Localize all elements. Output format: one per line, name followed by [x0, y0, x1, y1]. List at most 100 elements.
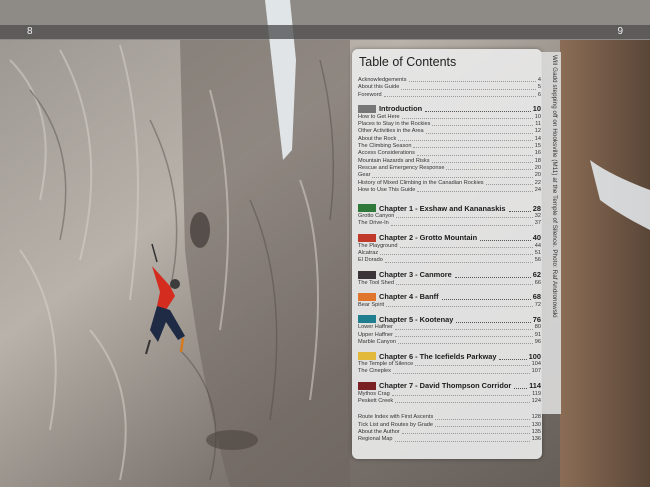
toc-entry-label: About the Author — [358, 428, 400, 435]
toc-entry[interactable]: Access Considerations 16 — [358, 150, 541, 157]
toc-chapter-4[interactable]: Chapter 4 - Banff 68 — [358, 292, 541, 302]
toc-entry-label: The Drive-In — [358, 220, 389, 227]
toc-entry[interactable]: Mountain Hazards and Risks 18 — [358, 158, 541, 165]
chapter-color-swatch — [358, 204, 376, 213]
chapter-color-swatch — [358, 233, 376, 242]
toc-section-introduction[interactable]: Introduction 10 — [358, 104, 541, 114]
toc-entry[interactable]: Marble Canyon 96 — [358, 339, 541, 346]
toc-entry[interactable]: Mythos Crag 119 — [358, 391, 541, 398]
toc-entry[interactable]: Rescue and Emergency Response 20 — [358, 165, 541, 172]
toc-entry[interactable]: Tick List and Routes by Grade 130 — [358, 422, 541, 429]
toc-entry-label: Marble Canyon — [358, 338, 396, 345]
toc-entry-label: How to Use This Guide — [358, 186, 416, 193]
toc-entry-label: Places to Stay in the Rockies — [358, 121, 431, 128]
toc-chapter-1[interactable]: Chapter 1 - Exshaw and Kananaskis 28 — [358, 203, 541, 213]
toc-entry-label: Tick List and Routes by Grade — [358, 421, 434, 428]
chapter-color-swatch — [358, 315, 376, 324]
toc-entry-label: The Tool Shed — [358, 279, 394, 286]
toc-entry[interactable]: Regional Map 136 — [358, 436, 541, 443]
toc-entry[interactable]: The Cineplex 107 — [358, 368, 541, 375]
toc-entry-page: 104 — [531, 361, 541, 368]
toc-entry[interactable]: Lower Haffner 80 — [358, 324, 541, 331]
toc-entry-label: El Dorado — [358, 257, 383, 264]
toc-entry-label: Gear — [358, 172, 371, 179]
toc-entry-label: Upper Haffner — [358, 331, 394, 338]
toc-entry-label: Mountain Hazards and Risks — [358, 157, 430, 164]
toc-entry[interactable]: How to Get Here 10 — [358, 114, 541, 121]
toc-chapter-page: 68 — [532, 292, 541, 302]
toc-chapter-page: 40 — [532, 233, 541, 243]
page-number-left: 8 — [27, 26, 33, 37]
photo-caption: Will Gadd stepping off on Hooksville (M1… — [551, 55, 558, 318]
toc-entry-label: Bear Spirit — [358, 301, 385, 308]
toc-entry[interactable]: The Climbing Season 15 — [358, 143, 541, 150]
toc-entry-label: Rescue and Emergency Response — [358, 164, 445, 171]
toc-entry-page: 119 — [532, 390, 541, 397]
toc-entry[interactable]: Grotto Canyon 32 — [358, 213, 541, 220]
toc-entry[interactable]: Peskett Creek 124 — [358, 398, 541, 405]
toc-chapter-page: 62 — [532, 270, 541, 280]
toc-entry[interactable]: History of Mixed Climbing in the Canadia… — [358, 180, 541, 187]
toc-entry[interactable]: Route Index with First Ascents 128 — [358, 414, 541, 421]
toc-entry[interactable]: Upper Haffner 91 — [358, 332, 541, 339]
toc-entry[interactable]: The Temple of Silence 104 — [358, 361, 541, 368]
toc-chapter-2[interactable]: Chapter 2 - Grotto Mountain 40 — [358, 233, 541, 243]
toc-entry-label: History of Mixed Climbing in the Canadia… — [358, 179, 484, 186]
toc-chapter-7[interactable]: Chapter 7 - David Thompson Corridor 114 — [358, 381, 541, 391]
toc-chapter-label: Chapter 2 - Grotto Mountain — [379, 233, 478, 243]
toc-entry-label: The Temple of Silence — [358, 361, 414, 368]
toc-entry[interactable]: The Tool Shed 66 — [358, 280, 541, 287]
toc-entry[interactable]: About this Guide 5 — [358, 84, 541, 91]
toc-chapter-page: 28 — [532, 203, 541, 213]
toc-entry[interactable]: Gear 20 — [358, 172, 541, 179]
toc-entry[interactable]: Acknowledgements 4 — [358, 77, 541, 84]
table-of-contents-panel: Table of Contents Acknowledgements 4 Abou… — [352, 49, 542, 459]
toc-section-label: Introduction — [379, 104, 423, 114]
toc-chapter-page: 100 — [528, 351, 541, 361]
toc-chapter-label: Chapter 1 - Exshaw and Kananaskis — [379, 203, 506, 213]
toc-chapter-6[interactable]: Chapter 6 - The Icefields Parkway 100 — [358, 351, 541, 361]
toc-chapter-page: 76 — [532, 314, 541, 324]
header-band — [0, 25, 650, 39]
toc-entry-label: About the Rock — [358, 135, 397, 142]
toc-list: Acknowledgements 4 About this Guide 5 Fore… — [358, 77, 541, 444]
toc-entry[interactable]: How to Use This Guide 24 — [358, 187, 541, 194]
toc-entry-label: Lower Haffner — [358, 324, 394, 331]
toc-entry-page: 128 — [531, 414, 541, 421]
toc-entry[interactable]: Foreword 6 — [358, 92, 541, 99]
toc-section-page: 10 — [532, 104, 541, 114]
toc-entry-label: Other Activities in the Area — [358, 128, 424, 135]
toc-entry-label: Peskett Creek — [358, 398, 394, 405]
toc-entry[interactable]: Bear Spirit 72 — [358, 302, 541, 309]
toc-entry-page: 130 — [531, 421, 541, 428]
toc-title: Table of Contents — [359, 55, 457, 69]
chapter-color-swatch — [358, 352, 376, 361]
toc-entry-label: Access Considerations — [358, 150, 415, 157]
toc-entry-label: Grotto Canyon — [358, 213, 395, 220]
toc-chapter-page: 114 — [529, 381, 541, 391]
toc-chapter-label: Chapter 5 - Kootenay — [379, 314, 454, 324]
toc-entry[interactable]: About the Rock 14 — [358, 136, 541, 143]
toc-entry-label: Foreword — [358, 91, 382, 98]
toc-entry[interactable]: The Drive-In 37 — [358, 220, 541, 227]
toc-chapter-3[interactable]: Chapter 3 - Canmore 62 — [358, 270, 541, 280]
chapter-color-swatch — [358, 292, 376, 301]
toc-entry[interactable]: Places to Stay in the Rockies 11 — [358, 121, 541, 128]
toc-entry-page: 107 — [531, 368, 541, 375]
toc-chapter-label: Chapter 3 - Canmore — [379, 270, 452, 280]
toc-entry-page: 124 — [531, 398, 541, 405]
toc-entry[interactable]: Other Activities in the Area 12 — [358, 128, 541, 135]
toc-entry[interactable]: About the Author 135 — [358, 429, 541, 436]
toc-entry-label: Mythos Crag — [358, 390, 390, 397]
toc-entry[interactable]: Alcatraz 51 — [358, 250, 541, 257]
toc-entry-label: Alcatraz — [358, 250, 379, 257]
toc-entry[interactable]: El Dorado 56 — [358, 257, 541, 264]
toc-entry[interactable]: The Playground 44 — [358, 243, 541, 250]
toc-chapter-5[interactable]: Chapter 5 - Kootenay 76 — [358, 314, 541, 324]
toc-entry-label: Route Index with First Ascents — [358, 414, 434, 421]
toc-entry-label: About this Guide — [358, 84, 400, 91]
toc-entry-page: 135 — [531, 428, 541, 435]
toc-entry-page: 136 — [531, 436, 541, 443]
toc-entry-label: The Playground — [358, 242, 398, 249]
section-color-swatch — [358, 104, 376, 113]
